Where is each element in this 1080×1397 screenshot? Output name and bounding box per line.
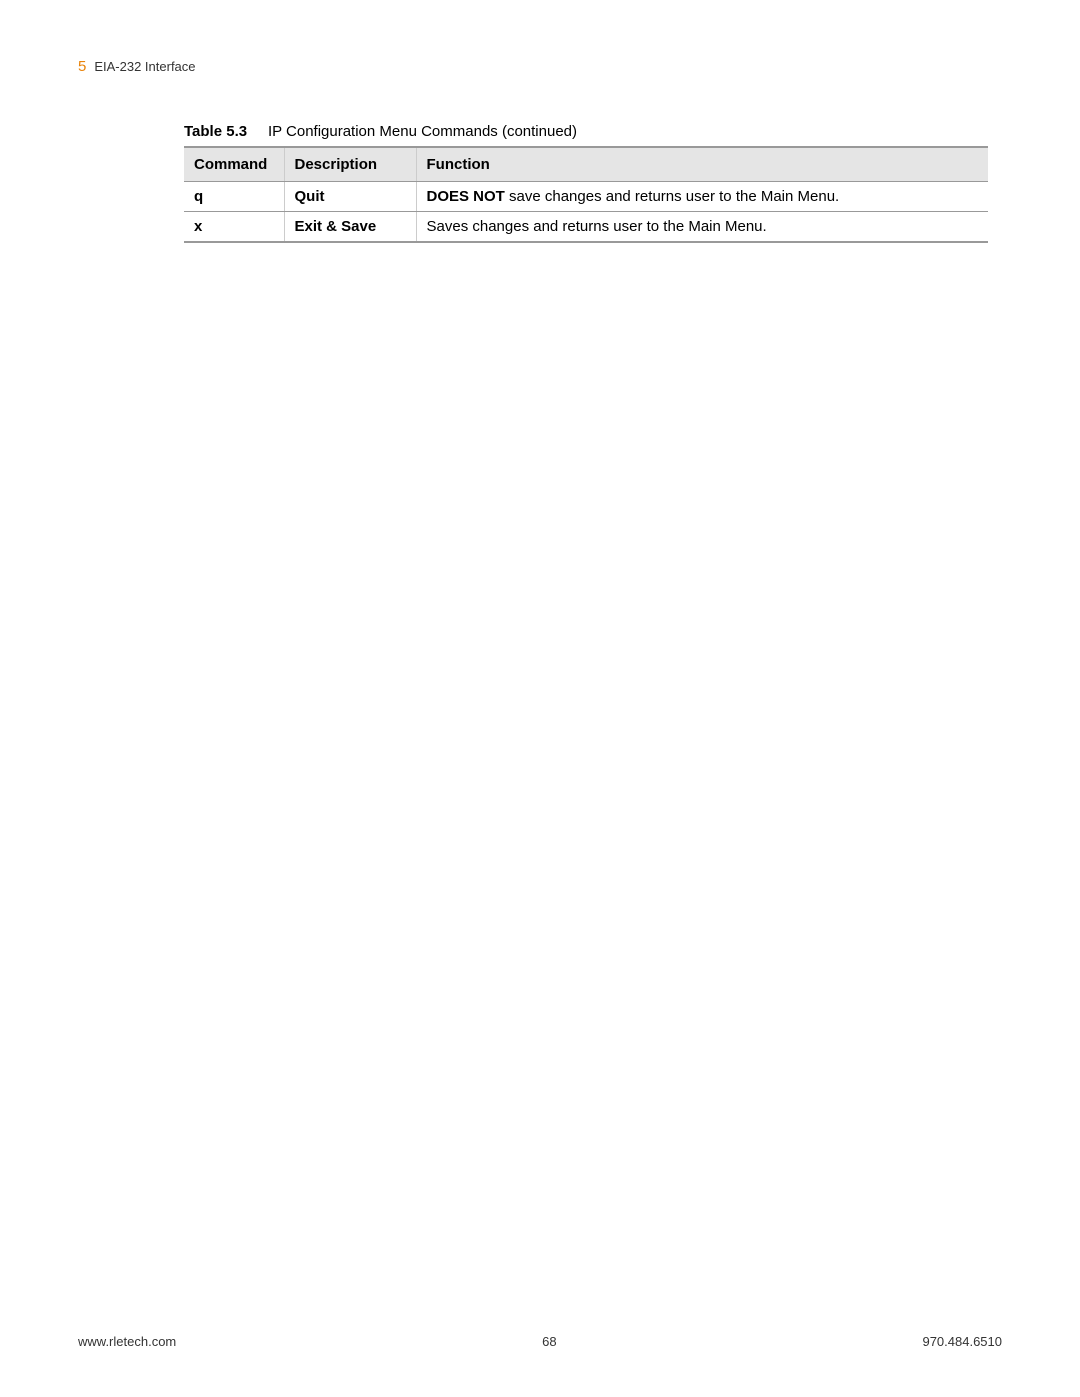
- column-header-description: Description: [284, 147, 416, 182]
- table-row: x Exit & Save Saves changes and returns …: [184, 212, 988, 243]
- cell-description: Quit: [284, 182, 416, 212]
- footer-url: www.rletech.com: [78, 1334, 176, 1349]
- function-rest-part: Saves changes and returns user to the Ma…: [427, 218, 767, 235]
- cell-command: q: [184, 182, 284, 212]
- chapter-number: 5: [78, 58, 86, 75]
- page-container: 5 EIA-232 Interface Table 5.3 IP Configu…: [0, 0, 1080, 1397]
- footer-page-number: 68: [542, 1334, 556, 1349]
- table-header-row: Command Description Function: [184, 147, 988, 182]
- footer-phone: 970.484.6510: [922, 1334, 1002, 1349]
- page-header: 5 EIA-232 Interface: [78, 58, 1002, 75]
- chapter-title: EIA-232 Interface: [94, 59, 195, 74]
- command-table: Command Description Function q Quit DOES…: [184, 146, 988, 243]
- cell-function: DOES NOT save changes and returns user t…: [416, 182, 988, 212]
- column-header-function: Function: [416, 147, 988, 182]
- function-rest-part: save changes and returns user to the Mai…: [505, 188, 839, 205]
- page-footer: www.rletech.com 68 970.484.6510: [78, 1334, 1002, 1349]
- cell-description: Exit & Save: [284, 212, 416, 243]
- table-row: q Quit DOES NOT save changes and returns…: [184, 182, 988, 212]
- table-caption: Table 5.3 IP Configuration Menu Commands…: [184, 123, 1002, 140]
- table-caption-text: IP Configuration Menu Commands (continue…: [268, 123, 577, 140]
- cell-function: Saves changes and returns user to the Ma…: [416, 212, 988, 243]
- function-bold-part: DOES NOT: [427, 188, 505, 205]
- cell-command: x: [184, 212, 284, 243]
- column-header-command: Command: [184, 147, 284, 182]
- table-caption-label: Table 5.3: [184, 123, 247, 140]
